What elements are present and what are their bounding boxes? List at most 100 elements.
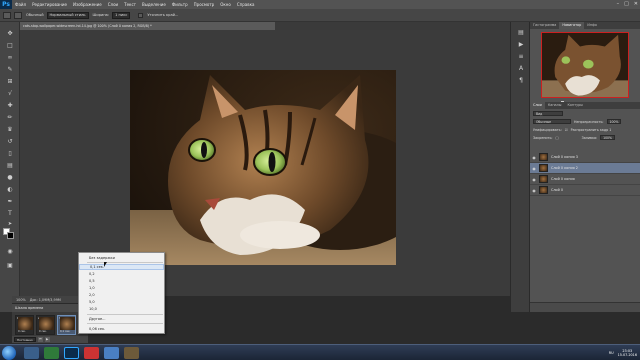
kind-filter-select[interactable]: Вид — [533, 111, 563, 116]
refine-edge-button[interactable]: Уточнить край... — [147, 13, 178, 17]
type-tool-icon[interactable]: T — [5, 210, 15, 218]
healing-brush-icon[interactable]: ✚ — [5, 102, 15, 110]
cat-photo[interactable] — [130, 70, 396, 265]
first-frame-icon[interactable]: ⏮ — [37, 337, 43, 342]
marquee-tool-icon[interactable]: □ — [5, 42, 15, 50]
timeline-frame-1[interactable]: 1 0 сек. — [15, 315, 34, 335]
fill-input[interactable]: 100% — [600, 135, 615, 140]
visibility-eye-icon[interactable]: ◉ — [530, 166, 538, 171]
delay-option-0-1[interactable]: 0,1 сек. — [79, 264, 164, 270]
lock-icon[interactable]: □ — [556, 136, 559, 140]
close-icon[interactable]: ✕ — [634, 1, 638, 7]
delay-option-other[interactable]: Другое... — [79, 316, 164, 322]
navigator-preview[interactable] — [541, 32, 629, 98]
menu-view[interactable]: Просмотр — [191, 2, 218, 7]
propagate-checkbox[interactable]: ☑ — [565, 128, 568, 132]
paragraph-icon[interactable]: ¶ — [516, 76, 526, 85]
layer-thumbnail — [539, 175, 548, 183]
delay-option-0-5[interactable]: 0,5 — [79, 278, 164, 284]
layer-thumbnail — [539, 186, 548, 194]
media-app-icon[interactable] — [44, 347, 59, 359]
menu-type[interactable]: Текст — [121, 2, 139, 7]
move-tool-icon[interactable]: ✥ — [5, 30, 15, 38]
mode-select[interactable]: Нормальный стиль — [46, 11, 89, 19]
document-tab[interactable]: cats-stop-wallpaper-widescreen-hd-14.jpg… — [20, 22, 275, 30]
properties-icon[interactable]: ≡ — [516, 52, 526, 61]
history-brush-icon[interactable]: ↺ — [5, 138, 15, 146]
start-button[interactable] — [2, 346, 16, 360]
pen-tool-icon[interactable]: ✒ — [5, 198, 15, 206]
play-icon[interactable]: ▶ — [44, 337, 50, 342]
layer-row[interactable]: ◉ Слой 0 — [530, 185, 640, 196]
tab-paths[interactable]: Контуры — [564, 102, 586, 109]
history-icon[interactable]: ▤ — [516, 28, 526, 37]
delay-option-5-0[interactable]: 5,0 — [79, 299, 164, 305]
gradient-tool-icon[interactable]: ▤ — [5, 162, 15, 170]
menu-layers[interactable]: Слои — [105, 2, 121, 7]
menu-image[interactable]: Изображение — [70, 2, 105, 7]
language-indicator[interactable]: RU — [609, 351, 614, 355]
delay-option-none[interactable]: Без задержки — [79, 255, 164, 261]
character-icon[interactable]: A — [516, 64, 526, 73]
system-tray: RU 23:03 15.07.2016 — [577, 347, 637, 359]
clock-date: 15.07.2016 — [617, 353, 637, 357]
size-input[interactable]: 1 пикс — [112, 11, 131, 19]
menu-edit[interactable]: Редактирование — [29, 2, 70, 7]
quick-select-icon[interactable]: ✎ — [5, 66, 15, 74]
explorer-app-icon[interactable] — [24, 347, 39, 359]
menu-window[interactable]: Окно — [217, 2, 234, 7]
path-select-icon[interactable]: ➤ — [5, 220, 15, 228]
visibility-eye-icon[interactable]: ◉ — [530, 155, 538, 160]
minimize-icon[interactable]: – — [617, 1, 620, 7]
dodge-tool-icon[interactable]: ◐ — [5, 186, 15, 194]
tab-layers[interactable]: Слои — [530, 102, 545, 109]
actions-icon[interactable]: ▶ — [516, 40, 526, 49]
opacity-input[interactable]: 100% — [606, 119, 622, 124]
frame-delay[interactable]: 0,1 сек. — [60, 330, 70, 333]
brush-tool-icon[interactable]: ✏ — [5, 114, 15, 122]
visibility-eye-icon[interactable]: ◉ — [530, 177, 538, 182]
crop-tool-icon[interactable]: ⊞ — [5, 78, 15, 86]
selection-mode-icon[interactable] — [14, 11, 22, 19]
marquee-tool-icon[interactable] — [3, 11, 11, 19]
maximize-icon[interactable]: □ — [624, 1, 629, 7]
chrome-app-icon[interactable] — [104, 347, 119, 359]
zoom-level[interactable]: 100% — [16, 298, 26, 302]
blur-tool-icon[interactable]: ● — [5, 174, 15, 182]
delay-option-1-0[interactable]: 1,0 — [79, 285, 164, 291]
loop-select[interactable]: Постоянно — [14, 337, 36, 342]
delay-option-0-2[interactable]: 0,2 — [79, 271, 164, 277]
frame-delay[interactable]: 0 сек. — [18, 330, 26, 333]
delay-option-current[interactable]: 0,06 сек. — [79, 326, 164, 332]
quick-mask-icon[interactable]: ◉ — [5, 248, 15, 256]
tab-navigator[interactable]: Навигатор — [559, 22, 585, 29]
clone-stamp-icon[interactable]: ♛ — [5, 126, 15, 134]
tab-info[interactable]: Инфо — [584, 22, 600, 29]
delay-option-10-0[interactable]: 10,0 — [79, 306, 164, 312]
screen-mode-icon[interactable]: ▣ — [5, 262, 15, 270]
layer-row-selected[interactable]: ◉ Слой 0 копия 2 — [530, 163, 640, 174]
menu-file[interactable]: Файл — [12, 2, 29, 7]
menu-help[interactable]: Справка — [234, 2, 258, 7]
photoshop-app-icon[interactable] — [64, 347, 79, 359]
blend-mode-select[interactable]: Обычные — [533, 119, 571, 124]
clock[interactable]: 23:03 15.07.2016 — [618, 349, 637, 358]
visibility-eye-icon[interactable]: ◉ — [530, 188, 538, 193]
delay-option-2-0[interactable]: 2,0 — [79, 292, 164, 298]
antialias-checkbox[interactable] — [138, 12, 144, 18]
tab-channels[interactable]: Каналы — [545, 102, 565, 109]
layer-row[interactable]: ◉ Слой 0 копия 3 — [530, 152, 640, 163]
eyedropper-icon[interactable]: √ — [5, 90, 15, 98]
timeline-frame-2[interactable]: 2 0 сек. — [36, 315, 55, 335]
timeline-frame-3[interactable]: 3 0,1 сек. — [57, 315, 76, 335]
layer-row[interactable]: ◉ Слой 0 копия — [530, 174, 640, 185]
menu-select[interactable]: Выделение — [139, 2, 169, 7]
app-icon[interactable] — [124, 347, 139, 359]
eraser-tool-icon[interactable]: ▯ — [5, 150, 15, 158]
background-color-swatch[interactable] — [7, 232, 14, 239]
app-icon[interactable] — [84, 347, 99, 359]
tab-histogram[interactable]: Гистограмма — [530, 22, 559, 29]
menu-filter[interactable]: Фильтр — [169, 2, 191, 7]
frame-delay[interactable]: 0 сек. — [39, 330, 47, 333]
lasso-tool-icon[interactable]: ∞ — [5, 54, 15, 62]
